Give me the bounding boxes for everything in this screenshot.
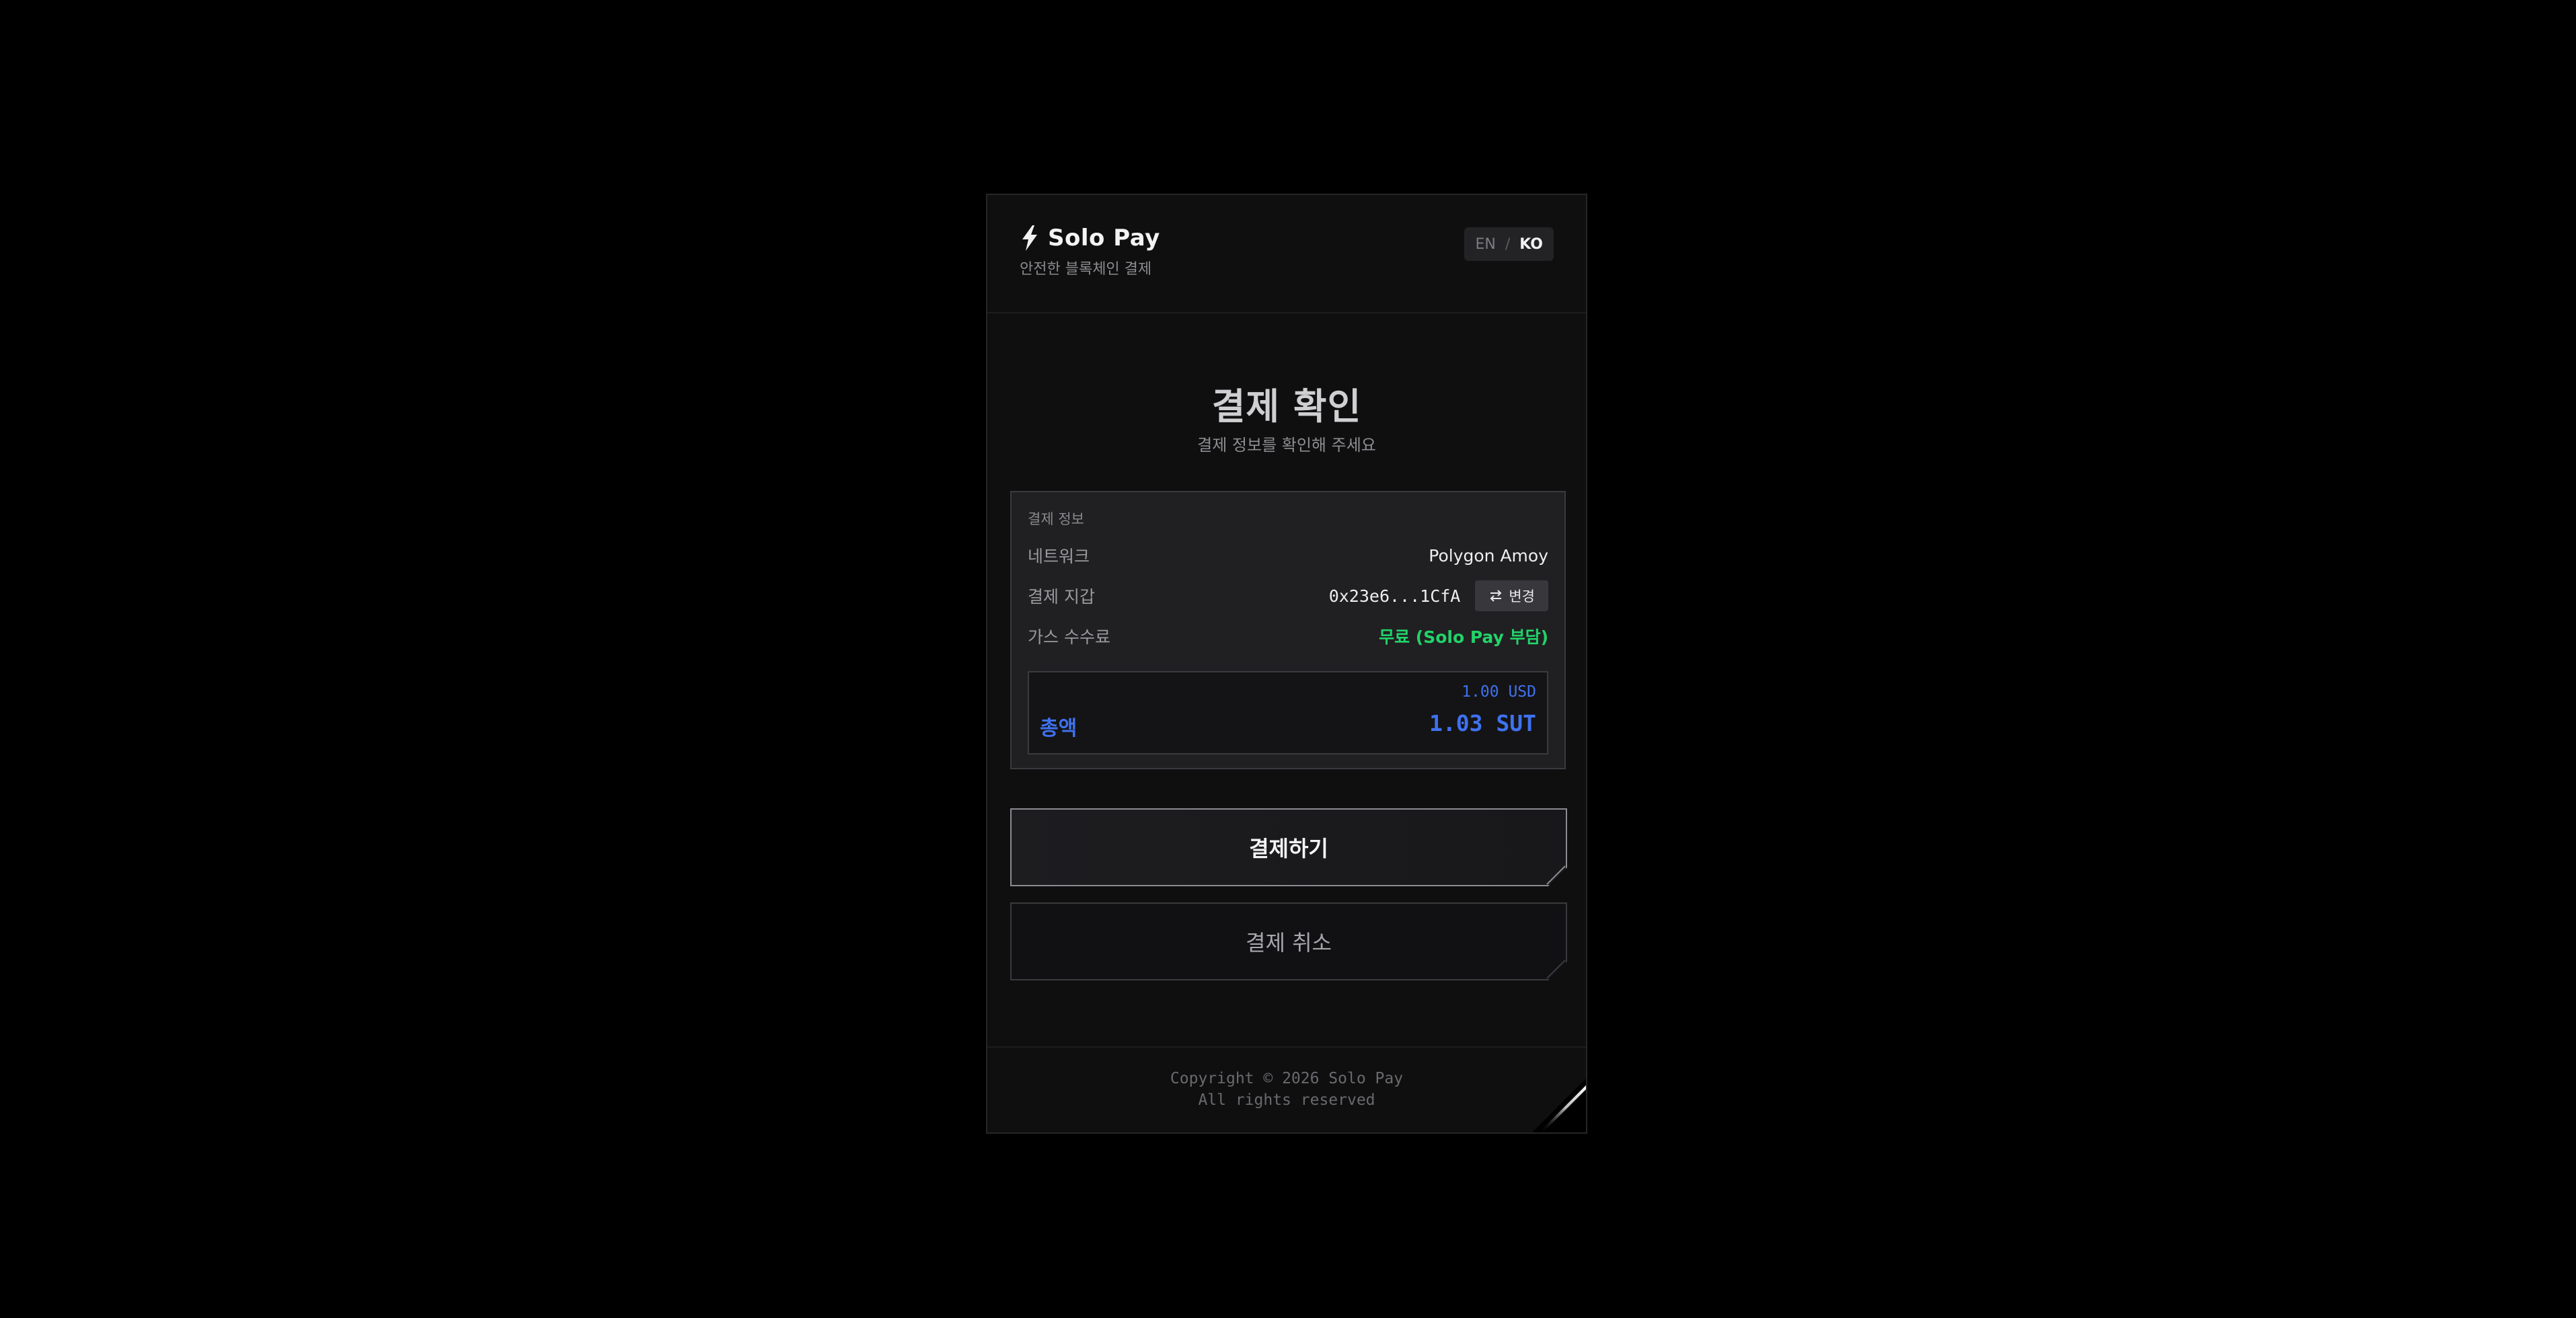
wallet-row: 결제 지갑 0x23e6...1CfA 변경: [1028, 580, 1548, 611]
lang-ko-option[interactable]: KO: [1519, 236, 1543, 253]
wallet-address: 0x23e6...1CfA: [1328, 586, 1461, 606]
page-title: 결제 확인: [1211, 385, 1362, 428]
total-box: 1.00 USD 총액 1.03 SUT: [1028, 671, 1548, 754]
total-usd: 1.00 USD: [1462, 683, 1536, 701]
footer: Copyright © 2026 Solo Pay All rights res…: [987, 1046, 1586, 1132]
rights-text: All rights reserved: [1198, 1091, 1375, 1109]
language-switcher: EN / KO: [1464, 227, 1554, 261]
network-row: 네트워크 Polygon Amoy: [1028, 541, 1548, 570]
page-subtitle: 결제 정보를 확인해 주세요: [1197, 436, 1376, 455]
total-label: 총액: [1040, 717, 1077, 740]
corner-accent: [1539, 952, 1566, 979]
pay-button-label: 결제하기: [1249, 836, 1328, 861]
header: Solo Pay 안전한 블록체인 결제 EN / KO: [987, 195, 1586, 313]
payment-info-box: 결제 정보 네트워크 Polygon Amoy 결제 지갑 0x23e6...1…: [1010, 491, 1566, 769]
brand-name: Solo Pay: [1048, 225, 1160, 251]
lightning-bolt-icon: [1020, 225, 1040, 251]
network-value: Polygon Amoy: [1429, 545, 1548, 566]
pay-button[interactable]: 결제하기: [1010, 808, 1567, 886]
wallet-group: 0x23e6...1CfA 변경: [1329, 580, 1548, 611]
wallet-label: 결제 지갑: [1028, 587, 1095, 607]
change-wallet-label: 변경: [1509, 588, 1535, 605]
change-wallet-button[interactable]: 변경: [1475, 580, 1548, 611]
brand: Solo Pay: [1020, 225, 1160, 251]
gas-fee-label: 가스 수수료: [1028, 627, 1110, 647]
cancel-button-label: 결제 취소: [1246, 930, 1332, 956]
gas-fee-value: 무료 (Solo Pay 부담): [1379, 627, 1548, 647]
payment-info-heading: 결제 정보: [1028, 511, 1084, 527]
total-amount: 1.03 SUT: [1429, 710, 1536, 736]
cancel-button[interactable]: 결제 취소: [1010, 902, 1567, 980]
page-curl-decoration: [1532, 1079, 1586, 1132]
lang-separator: /: [1505, 235, 1511, 253]
swap-arrows-icon: [1488, 588, 1503, 603]
brand-subtitle: 안전한 블록체인 결제: [1020, 261, 1152, 278]
copyright-text: Copyright © 2026 Solo Pay: [1170, 1070, 1404, 1087]
payment-card: Solo Pay 안전한 블록체인 결제 EN / KO 결제 확인 결제 정보…: [986, 194, 1587, 1134]
network-label: 네트워크: [1028, 547, 1090, 566]
lang-en-option[interactable]: EN: [1475, 236, 1495, 253]
gas-fee-row: 가스 수수료 무료 (Solo Pay 부담): [1028, 621, 1548, 651]
corner-accent: [1539, 858, 1566, 885]
